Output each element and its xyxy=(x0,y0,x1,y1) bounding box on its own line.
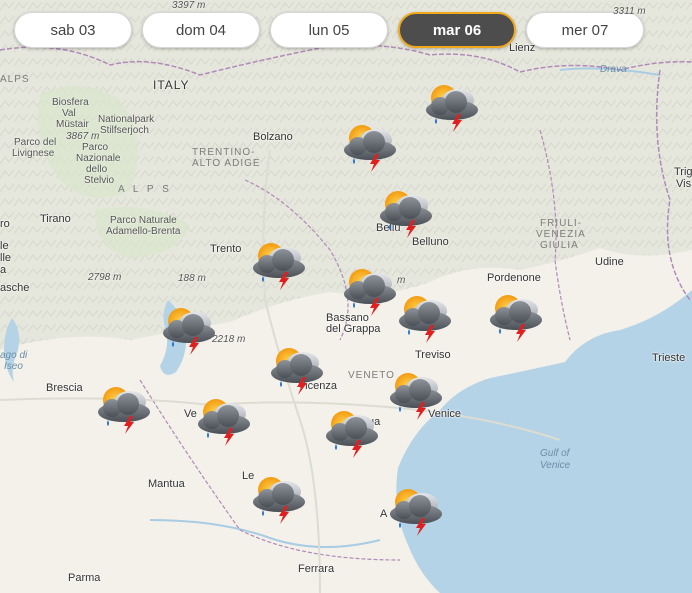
map-label-fragment: Vis xyxy=(676,178,692,190)
city-label-udine: Udine xyxy=(595,256,624,268)
park-label: Müstair xyxy=(56,119,89,130)
lake-label-iseo: Iseo xyxy=(4,361,23,372)
sun-cloud-thunderstorm-rain-icon[interactable] xyxy=(245,472,311,528)
sea-label-gulf-of-venice: Venice xyxy=(540,460,571,471)
river-label-drava: Drava xyxy=(600,64,627,75)
region-label-alto-adige: ALTO ADIGE xyxy=(192,158,261,169)
park-label: Adamello-Brenta xyxy=(106,226,181,237)
sun-cloud-thunderstorm-rain-icon[interactable] xyxy=(155,303,221,359)
sun-cloud-thunderstorm-rain-icon[interactable] xyxy=(382,484,448,540)
tab-mer-07[interactable]: mer 07 xyxy=(526,12,644,48)
city-label-brescia: Brescia xyxy=(46,382,83,394)
sea-label-gulf-of-venice: Gulf of xyxy=(540,448,570,459)
park-label: Biosfera xyxy=(52,97,89,108)
park-label: Nationalpark xyxy=(98,114,155,125)
map-label-fragment: lle xyxy=(0,252,12,264)
map-label-fragment: a xyxy=(0,264,7,276)
city-label-trieste: Trieste xyxy=(652,352,686,364)
tab-sab-03[interactable]: sab 03 xyxy=(14,12,132,48)
region-label-friuli: FRIULI- xyxy=(540,218,582,229)
city-label-treviso: Treviso xyxy=(415,349,451,361)
park-label: dello xyxy=(86,164,108,175)
peak-label: 3867 m xyxy=(66,131,100,142)
sun-cloud-thunderstorm-rain-icon[interactable] xyxy=(391,291,457,347)
tab-lun-05[interactable]: lun 05 xyxy=(270,12,388,48)
peak-label: 2798 m xyxy=(88,272,122,283)
park-label: Nazionale xyxy=(76,153,121,164)
park-label: Parco xyxy=(82,142,109,153)
region-label-friuli: GIULIA xyxy=(540,240,579,251)
city-label-lienz: Lienz xyxy=(509,42,536,54)
city-label-mantua: Mantua xyxy=(148,478,185,490)
sun-cloud-thunderstorm-rain-icon[interactable] xyxy=(336,120,402,176)
map-label-fragment: ro xyxy=(0,218,10,230)
peak-label: 188 m xyxy=(178,273,206,284)
city-label-tirano: Tirano xyxy=(40,213,71,225)
tab-dom-04[interactable]: dom 04 xyxy=(142,12,260,48)
park-label: Parco del xyxy=(14,137,57,148)
sun-cloud-thunderstorm-rain-icon[interactable] xyxy=(90,382,156,438)
sun-cloud-thunderstorm-rain-icon[interactable] xyxy=(190,394,256,450)
region-label-alps: A L P S xyxy=(118,184,172,195)
park-label: Val xyxy=(62,108,76,119)
park-label: Stelvio xyxy=(84,175,115,186)
region-label-alps: ALPS xyxy=(0,74,30,85)
peak-label: 3311 m xyxy=(613,6,646,17)
tab-mar-06[interactable]: mar 06 xyxy=(398,12,516,48)
city-label-pordenone: Pordenone xyxy=(487,272,541,284)
map-label-fragment: asche xyxy=(0,282,30,294)
region-label-friuli: VENEZIA xyxy=(536,229,586,240)
country-label-italy: ITALY xyxy=(153,78,190,92)
map-label-fragment: Trig xyxy=(674,166,692,178)
city-label-ferrara: Ferrara xyxy=(298,563,335,575)
city-label-trento: Trento xyxy=(210,243,242,255)
park-label: Livignese xyxy=(12,148,55,159)
park-label: Parco Naturale xyxy=(110,215,177,226)
sun-cloud-thunderstorm-rain-icon[interactable] xyxy=(263,343,329,399)
map-label-fragment: le xyxy=(0,240,9,252)
region-label-trentino: TRENTINO- xyxy=(192,147,256,158)
sun-cloud-thunderstorm-rain-icon[interactable] xyxy=(382,368,448,424)
sun-cloud-thunderstorm-rain-icon[interactable] xyxy=(418,80,484,136)
sun-cloud-thunderstorm-rain-icon[interactable] xyxy=(318,406,384,462)
city-label-bassano: del Grappa xyxy=(326,323,381,335)
park-label: Stilfserjoch xyxy=(100,125,149,136)
city-label-bolzano: Bolzano xyxy=(253,131,293,143)
sun-cloud-thunderstorm-rain-icon[interactable] xyxy=(372,186,438,242)
city-label-parma: Parma xyxy=(68,572,101,584)
sun-cloud-thunderstorm-rain-icon[interactable] xyxy=(245,238,311,294)
date-tabs: sab 03 dom 04 lun 05 mar 06 mer 07 xyxy=(0,12,692,52)
sun-cloud-thunderstorm-rain-icon[interactable] xyxy=(482,290,548,346)
peak-label: 3397 m xyxy=(172,0,206,11)
